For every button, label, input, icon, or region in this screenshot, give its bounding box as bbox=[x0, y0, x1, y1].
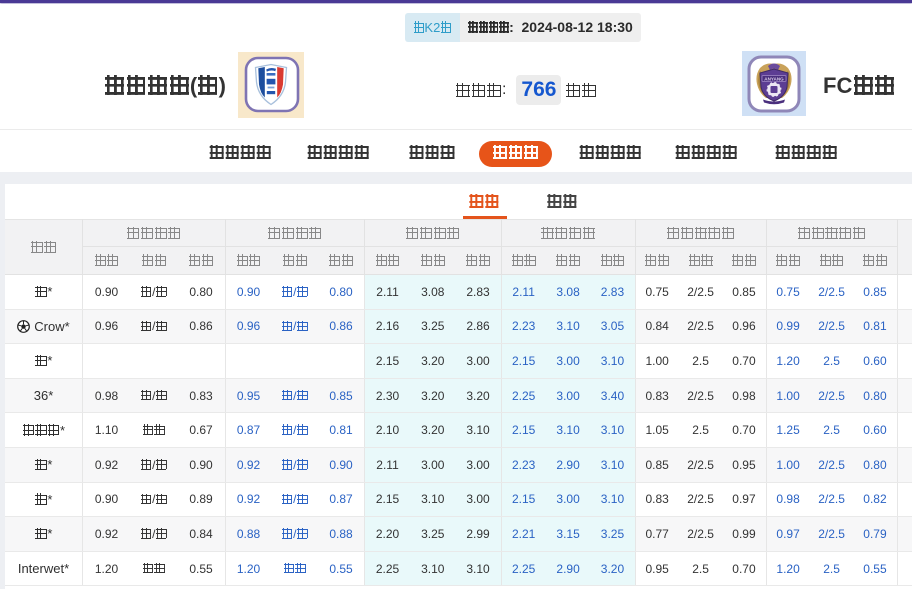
svg-text:ANYANG: ANYANG bbox=[764, 77, 784, 82]
